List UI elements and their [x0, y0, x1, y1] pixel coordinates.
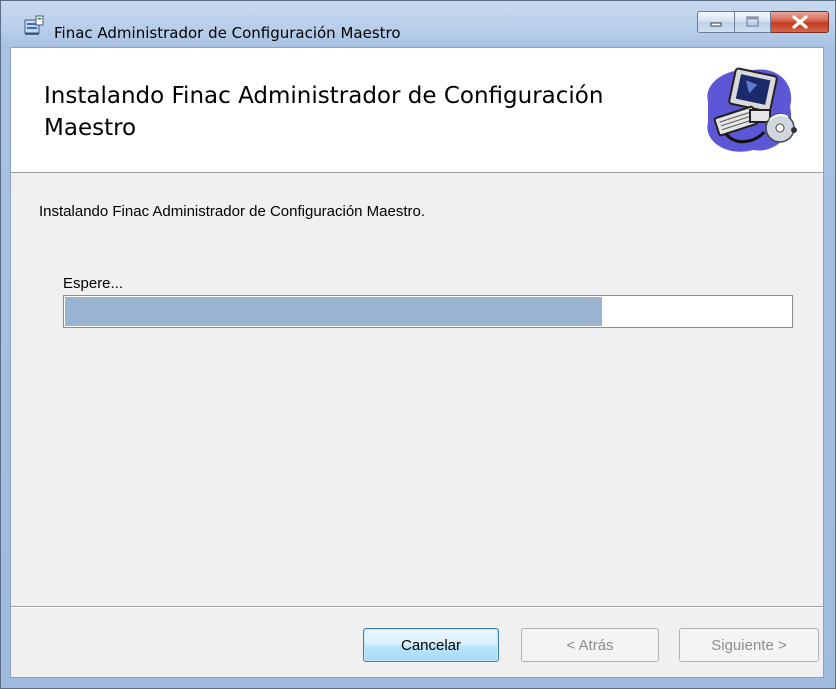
footer-divider — [11, 606, 823, 608]
minimize-icon — [710, 22, 722, 27]
dialog-content: Instalando Finac Administrador de Config… — [10, 47, 824, 678]
installer-package-icon — [24, 15, 44, 35]
progress-bar — [63, 295, 793, 328]
back-button[interactable]: < Atrás — [521, 628, 659, 662]
window-title: Finac Administrador de Configuración Mae… — [54, 24, 401, 42]
installer-window: Finac Administrador de Configuración Mae… — [0, 0, 836, 689]
maximize-button[interactable] — [735, 11, 771, 33]
close-icon — [792, 15, 808, 29]
computer-cd-icon — [707, 67, 797, 152]
caption-buttons — [697, 11, 829, 35]
title-bar[interactable]: Finac Administrador de Configuración Mae… — [1, 1, 835, 47]
maximize-icon — [746, 16, 759, 27]
wait-label: Espere... — [63, 275, 124, 292]
next-button[interactable]: Siguiente > — [679, 628, 819, 662]
header-banner: Instalando Finac Administrador de Config… — [11, 48, 823, 173]
cancel-button[interactable]: Cancelar — [363, 628, 499, 662]
progress-bar-fill — [65, 297, 602, 326]
close-button[interactable] — [771, 11, 829, 33]
banner-title: Instalando Finac Administrador de Config… — [44, 83, 604, 141]
minimize-button[interactable] — [697, 11, 735, 33]
install-status-text: Instalando Finac Administrador de Config… — [39, 203, 426, 220]
